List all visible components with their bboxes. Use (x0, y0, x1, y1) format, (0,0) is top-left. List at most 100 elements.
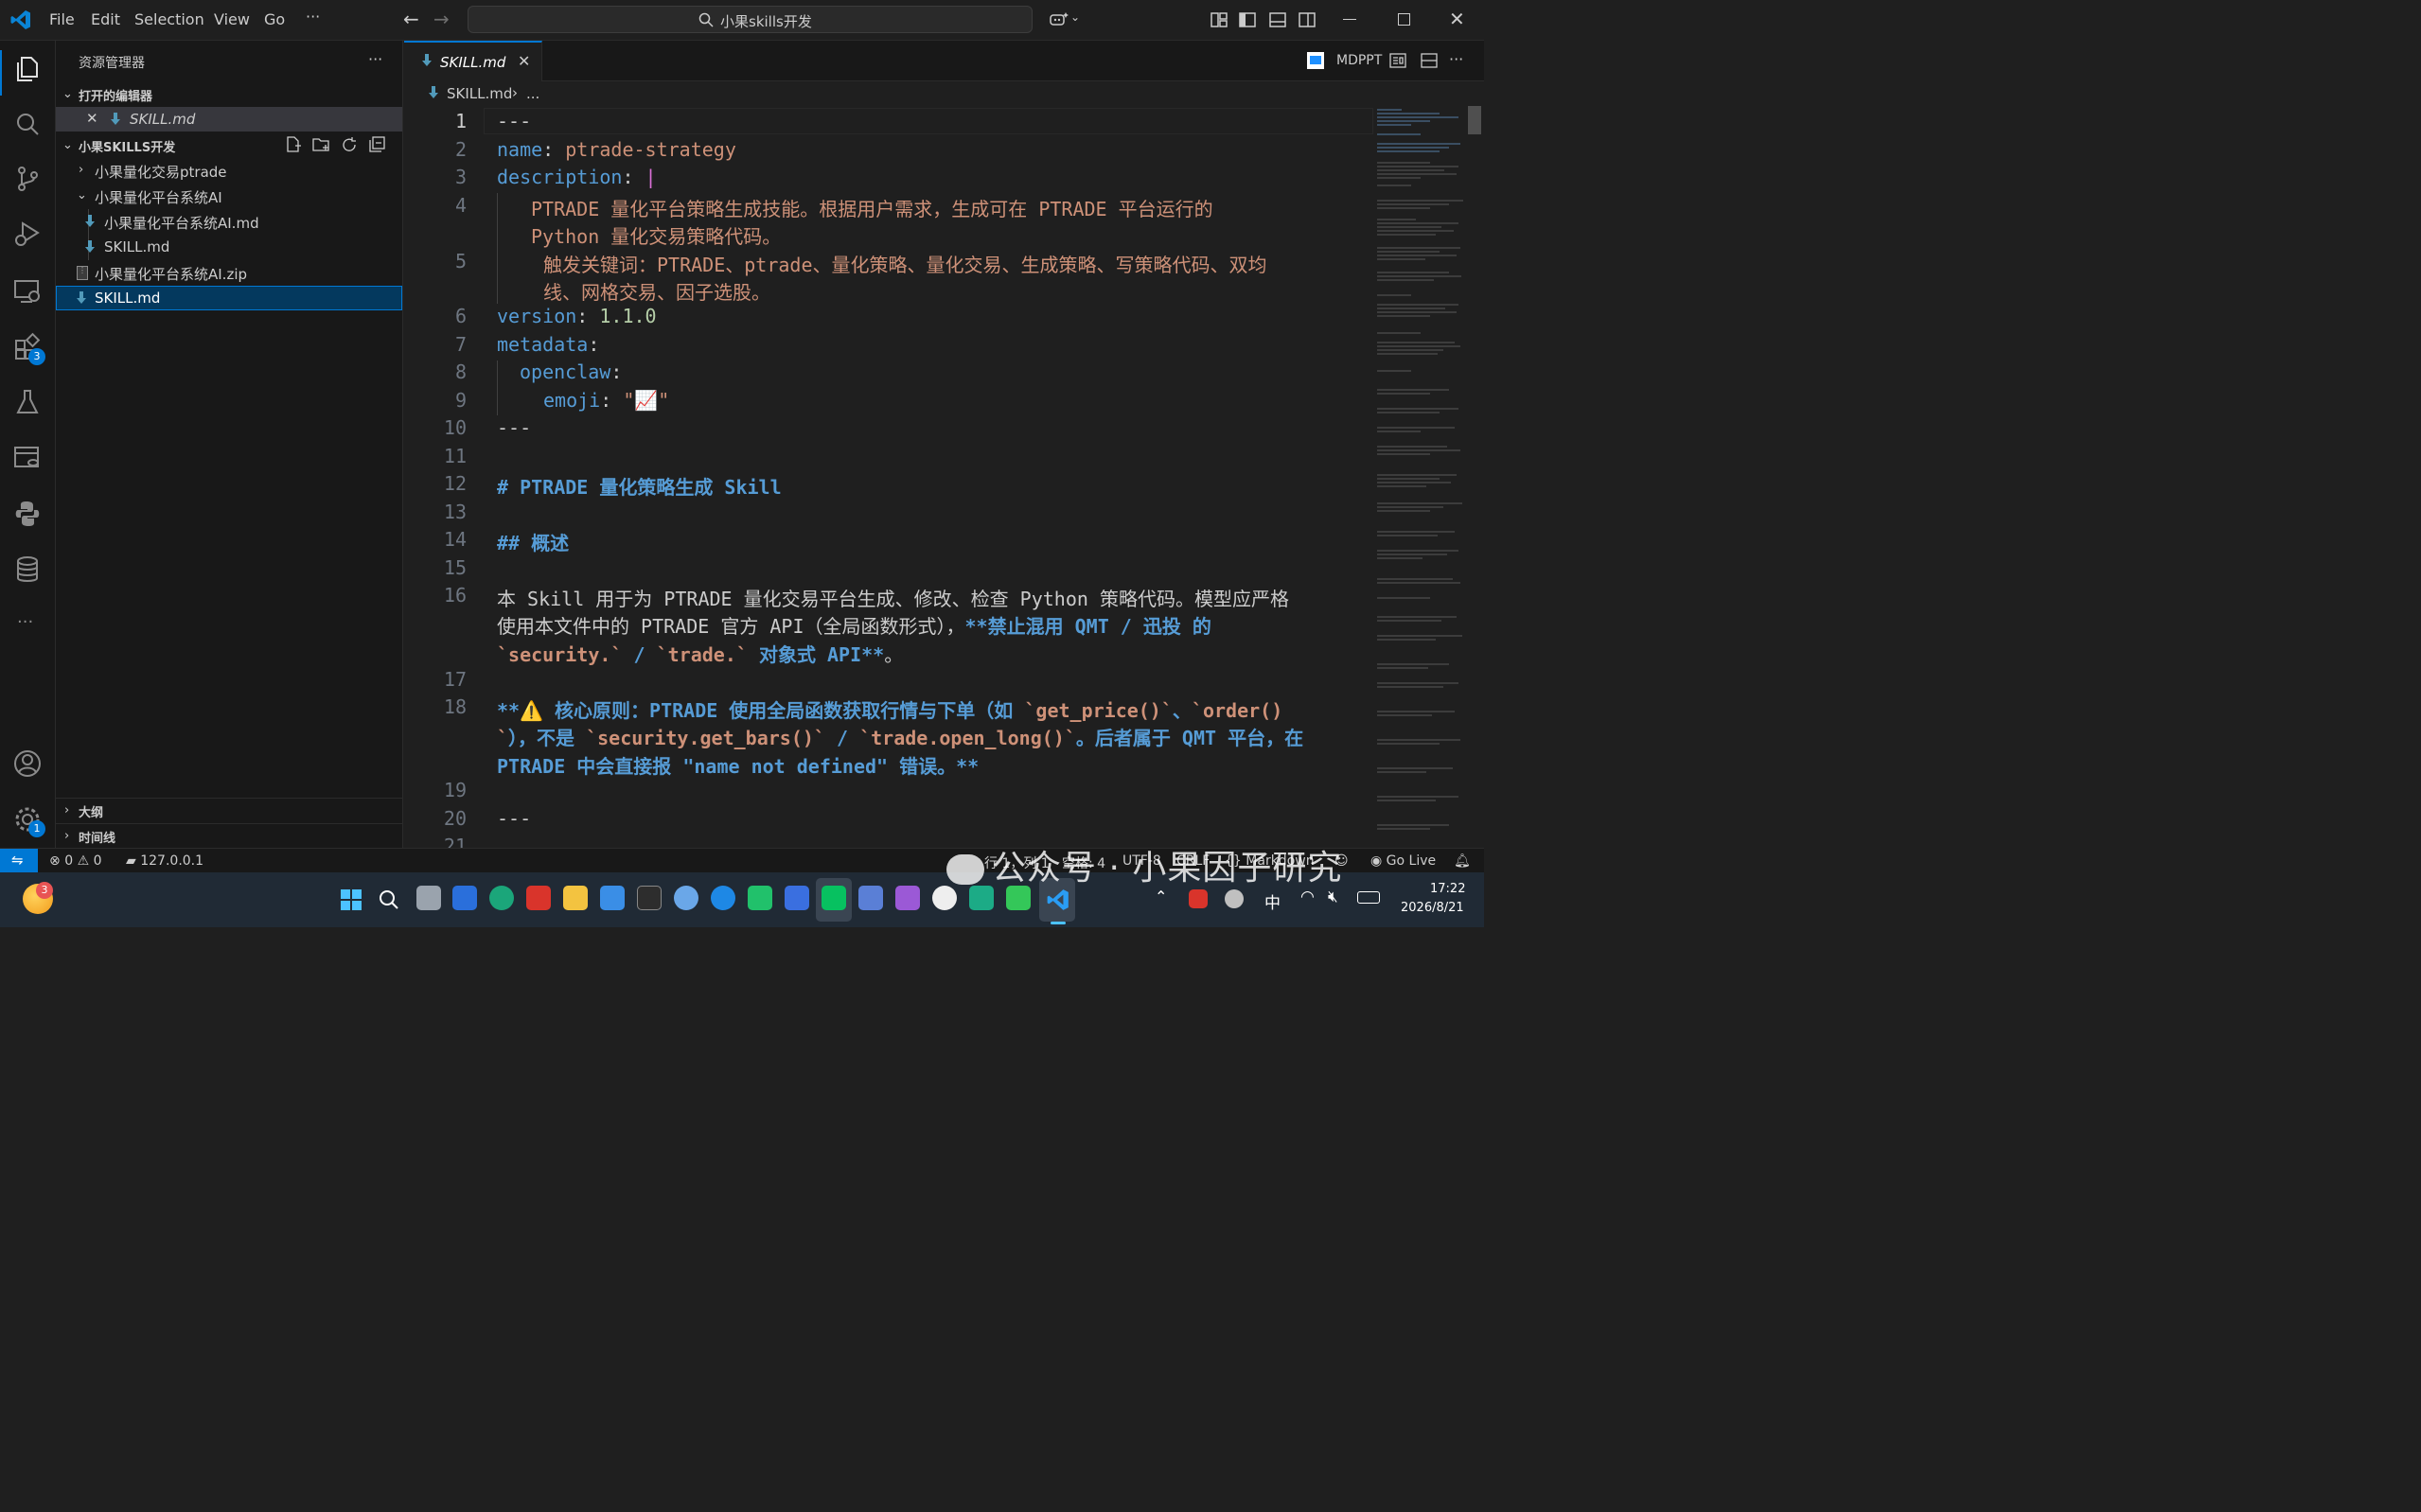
notifications-bell-icon[interactable]: 🔔︎ (1454, 853, 1471, 869)
open-editor-item[interactable]: ✕ SKILL.md (56, 107, 402, 132)
sidebar-more-button[interactable]: ··· (368, 50, 382, 68)
clock-date[interactable]: 2026/8/21 (1401, 901, 1464, 915)
timeline-header[interactable]: › 时间线 (56, 823, 402, 848)
volume-muted-icon[interactable]: 🔇︎ (1328, 888, 1338, 906)
go-live-button[interactable]: ◉ Go Live (1370, 853, 1436, 869)
maximize-icon[interactable] (1398, 13, 1410, 26)
line-number: 5 (454, 250, 467, 273)
workspace-header[interactable]: ⌄ 小果SKILLS开发 (56, 133, 402, 158)
refresh-icon[interactable] (341, 136, 358, 153)
toggle-secondary-sidebar-icon[interactable] (1297, 9, 1317, 30)
code-line-9: emoji: "📈" (543, 389, 670, 412)
breadcrumb-file[interactable]: SKILL.md (447, 85, 512, 102)
menu-go[interactable]: Go (264, 10, 285, 28)
new-file-icon[interactable] (285, 136, 302, 153)
open-preview-icon[interactable] (1389, 52, 1406, 69)
clock-time[interactable]: 17:22 (1430, 882, 1465, 896)
tab-label: SKILL.md (440, 54, 506, 71)
menu-selection[interactable]: Selection (134, 10, 204, 28)
host-indicator[interactable]: ▰ 127.0.0.1 (126, 853, 203, 869)
yaml-key: openclaw (520, 360, 611, 383)
toggle-primary-sidebar-icon[interactable] (1237, 9, 1258, 30)
more-views-icon[interactable]: ··· (17, 612, 33, 632)
python-icon[interactable] (11, 498, 44, 530)
wifi-icon[interactable]: ◠ (1300, 888, 1315, 906)
source-control-icon[interactable] (11, 163, 44, 195)
tree-item-file[interactable]: 小果量化平台系统AI.md (56, 209, 402, 260)
yaml-key: metadata (497, 333, 589, 356)
database-icon[interactable] (11, 554, 44, 586)
mountain-app-icon[interactable] (895, 886, 920, 910)
inline-code: `order() (1191, 699, 1283, 722)
remote-indicator[interactable]: ⇋ (0, 849, 38, 873)
store-icon[interactable] (600, 886, 625, 910)
menu-view[interactable]: View (214, 10, 250, 28)
mdppt-label[interactable]: MDPPT (1336, 53, 1382, 68)
remote-desktop-icon[interactable] (858, 886, 883, 910)
remote-explorer-icon[interactable] (11, 275, 44, 308)
tree-item-folder[interactable]: › 小果量化交易ptrade (56, 158, 402, 183)
code-editor[interactable]: 1 2 3 4 5 6 7 8 9 10 11 12 13 14 15 16 1… (404, 106, 1484, 848)
problems-indicator[interactable]: ⊗ 0 ⚠ 0 (49, 853, 102, 869)
app-cube-icon[interactable] (637, 886, 662, 910)
menu-file[interactable]: File (49, 10, 75, 28)
close-icon[interactable]: ✕ (518, 52, 530, 70)
open-editors-header[interactable]: ⌄ 打开的编辑器 (56, 82, 402, 107)
remote-storage-icon[interactable] (11, 442, 44, 474)
tree-item-file[interactable]: 小果量化平台系统AI.zip (56, 260, 402, 285)
edge-icon[interactable] (489, 886, 514, 910)
toggle-panel-icon[interactable] (1267, 9, 1288, 30)
markdown-file-icon (85, 215, 95, 227)
split-editor-icon[interactable] (1421, 52, 1438, 69)
code-line-3: description: | (497, 166, 657, 188)
tray-cloud-icon[interactable] (1225, 889, 1244, 908)
taskbar-search-icon[interactable] (379, 889, 399, 910)
vscode-taskbar-icon[interactable] (1046, 888, 1070, 912)
code-line-2: name: ptrade-strategy (497, 138, 736, 161)
copilot-icon[interactable] (1049, 9, 1069, 30)
bold-span: 对象式 API** (747, 643, 885, 666)
back-arrow-icon[interactable]: ← (403, 8, 419, 30)
tree-item-folder[interactable]: ⌄ 小果量化平台系统AI (56, 184, 402, 208)
close-icon[interactable]: ✕ (86, 110, 98, 127)
tray-wps-icon[interactable] (1189, 889, 1208, 908)
breadcrumb-symbol[interactable]: ... (526, 85, 539, 102)
vertical-scrollbar[interactable] (1468, 106, 1481, 134)
line-number: 19 (443, 779, 467, 801)
close-window-icon[interactable]: ✕ (1449, 8, 1465, 30)
wps-icon[interactable] (526, 886, 551, 910)
run-debug-icon[interactable] (11, 218, 44, 250)
explorer-icon[interactable] (11, 53, 44, 85)
minimap[interactable] (1373, 106, 1468, 848)
news-app-icon[interactable] (785, 886, 809, 910)
outlook-icon[interactable] (452, 886, 477, 910)
windows-start-icon[interactable] (341, 889, 362, 910)
edge-dev-icon[interactable] (711, 886, 735, 910)
search-icon[interactable] (11, 108, 44, 140)
more-actions-icon[interactable]: ··· (1449, 50, 1463, 68)
battery-icon[interactable] (1357, 891, 1380, 904)
chat-app-icon[interactable] (748, 886, 772, 910)
file-explorer-icon[interactable] (563, 886, 588, 910)
new-folder-icon[interactable] (312, 136, 331, 153)
ime-indicator[interactable]: 中 (1264, 889, 1281, 913)
editor-tab-skill-md[interactable]: SKILL.md ✕ (404, 41, 542, 81)
forward-arrow-icon[interactable]: → (433, 8, 450, 30)
mdppt-icon[interactable] (1306, 51, 1325, 70)
outline-header[interactable]: › 大纲 (56, 798, 402, 822)
tree-item-file[interactable]: SKILL.md (56, 235, 402, 259)
browser-icon[interactable] (674, 886, 698, 910)
minimize-icon[interactable] (1343, 19, 1356, 20)
collapse-all-icon[interactable] (368, 136, 385, 153)
chevron-down-icon[interactable]: ⌄ (1070, 10, 1080, 24)
menu-more[interactable]: ··· (306, 8, 320, 26)
wechat-icon[interactable] (822, 886, 846, 910)
task-view-icon[interactable] (416, 886, 441, 910)
tree-item-file-selected[interactable]: SKILL.md (56, 286, 402, 310)
testing-icon[interactable] (11, 386, 44, 418)
accounts-icon[interactable] (11, 747, 44, 780)
menu-edit[interactable]: Edit (91, 10, 120, 28)
customize-layout-icon[interactable] (1209, 9, 1229, 30)
command-center-search[interactable]: 小果skills开发 (468, 6, 1033, 33)
tray-chevron-up-icon[interactable]: ⌃ (1155, 888, 1167, 905)
